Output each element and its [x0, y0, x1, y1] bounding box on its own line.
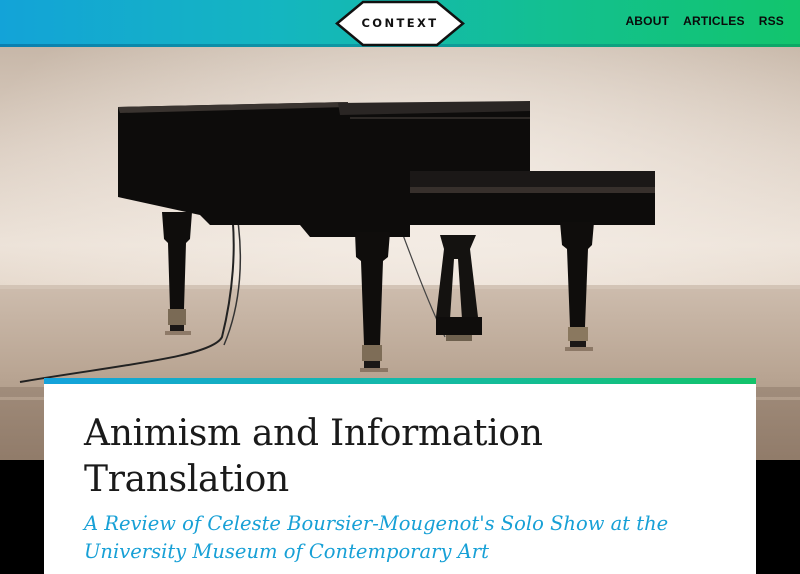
nav-about[interactable]: ABOUT [625, 14, 669, 28]
main-nav: ABOUT ARTICLES RSS [625, 14, 784, 28]
article-title: Animism and Information Translation [84, 413, 543, 500]
nav-articles[interactable]: ARTICLES [683, 14, 745, 28]
site-logo[interactable]: CONTEXT [335, 0, 465, 47]
article-subtitle: A Review of Celeste Boursier-Mougenot's … [84, 512, 669, 563]
logo-text: CONTEXT [361, 16, 439, 30]
card-accent-bar [44, 378, 756, 384]
article-card: Animism and Information Translation A Re… [44, 378, 756, 574]
site-header: CONTEXT ABOUT ARTICLES RSS [0, 0, 800, 47]
nav-rss[interactable]: RSS [759, 14, 784, 28]
